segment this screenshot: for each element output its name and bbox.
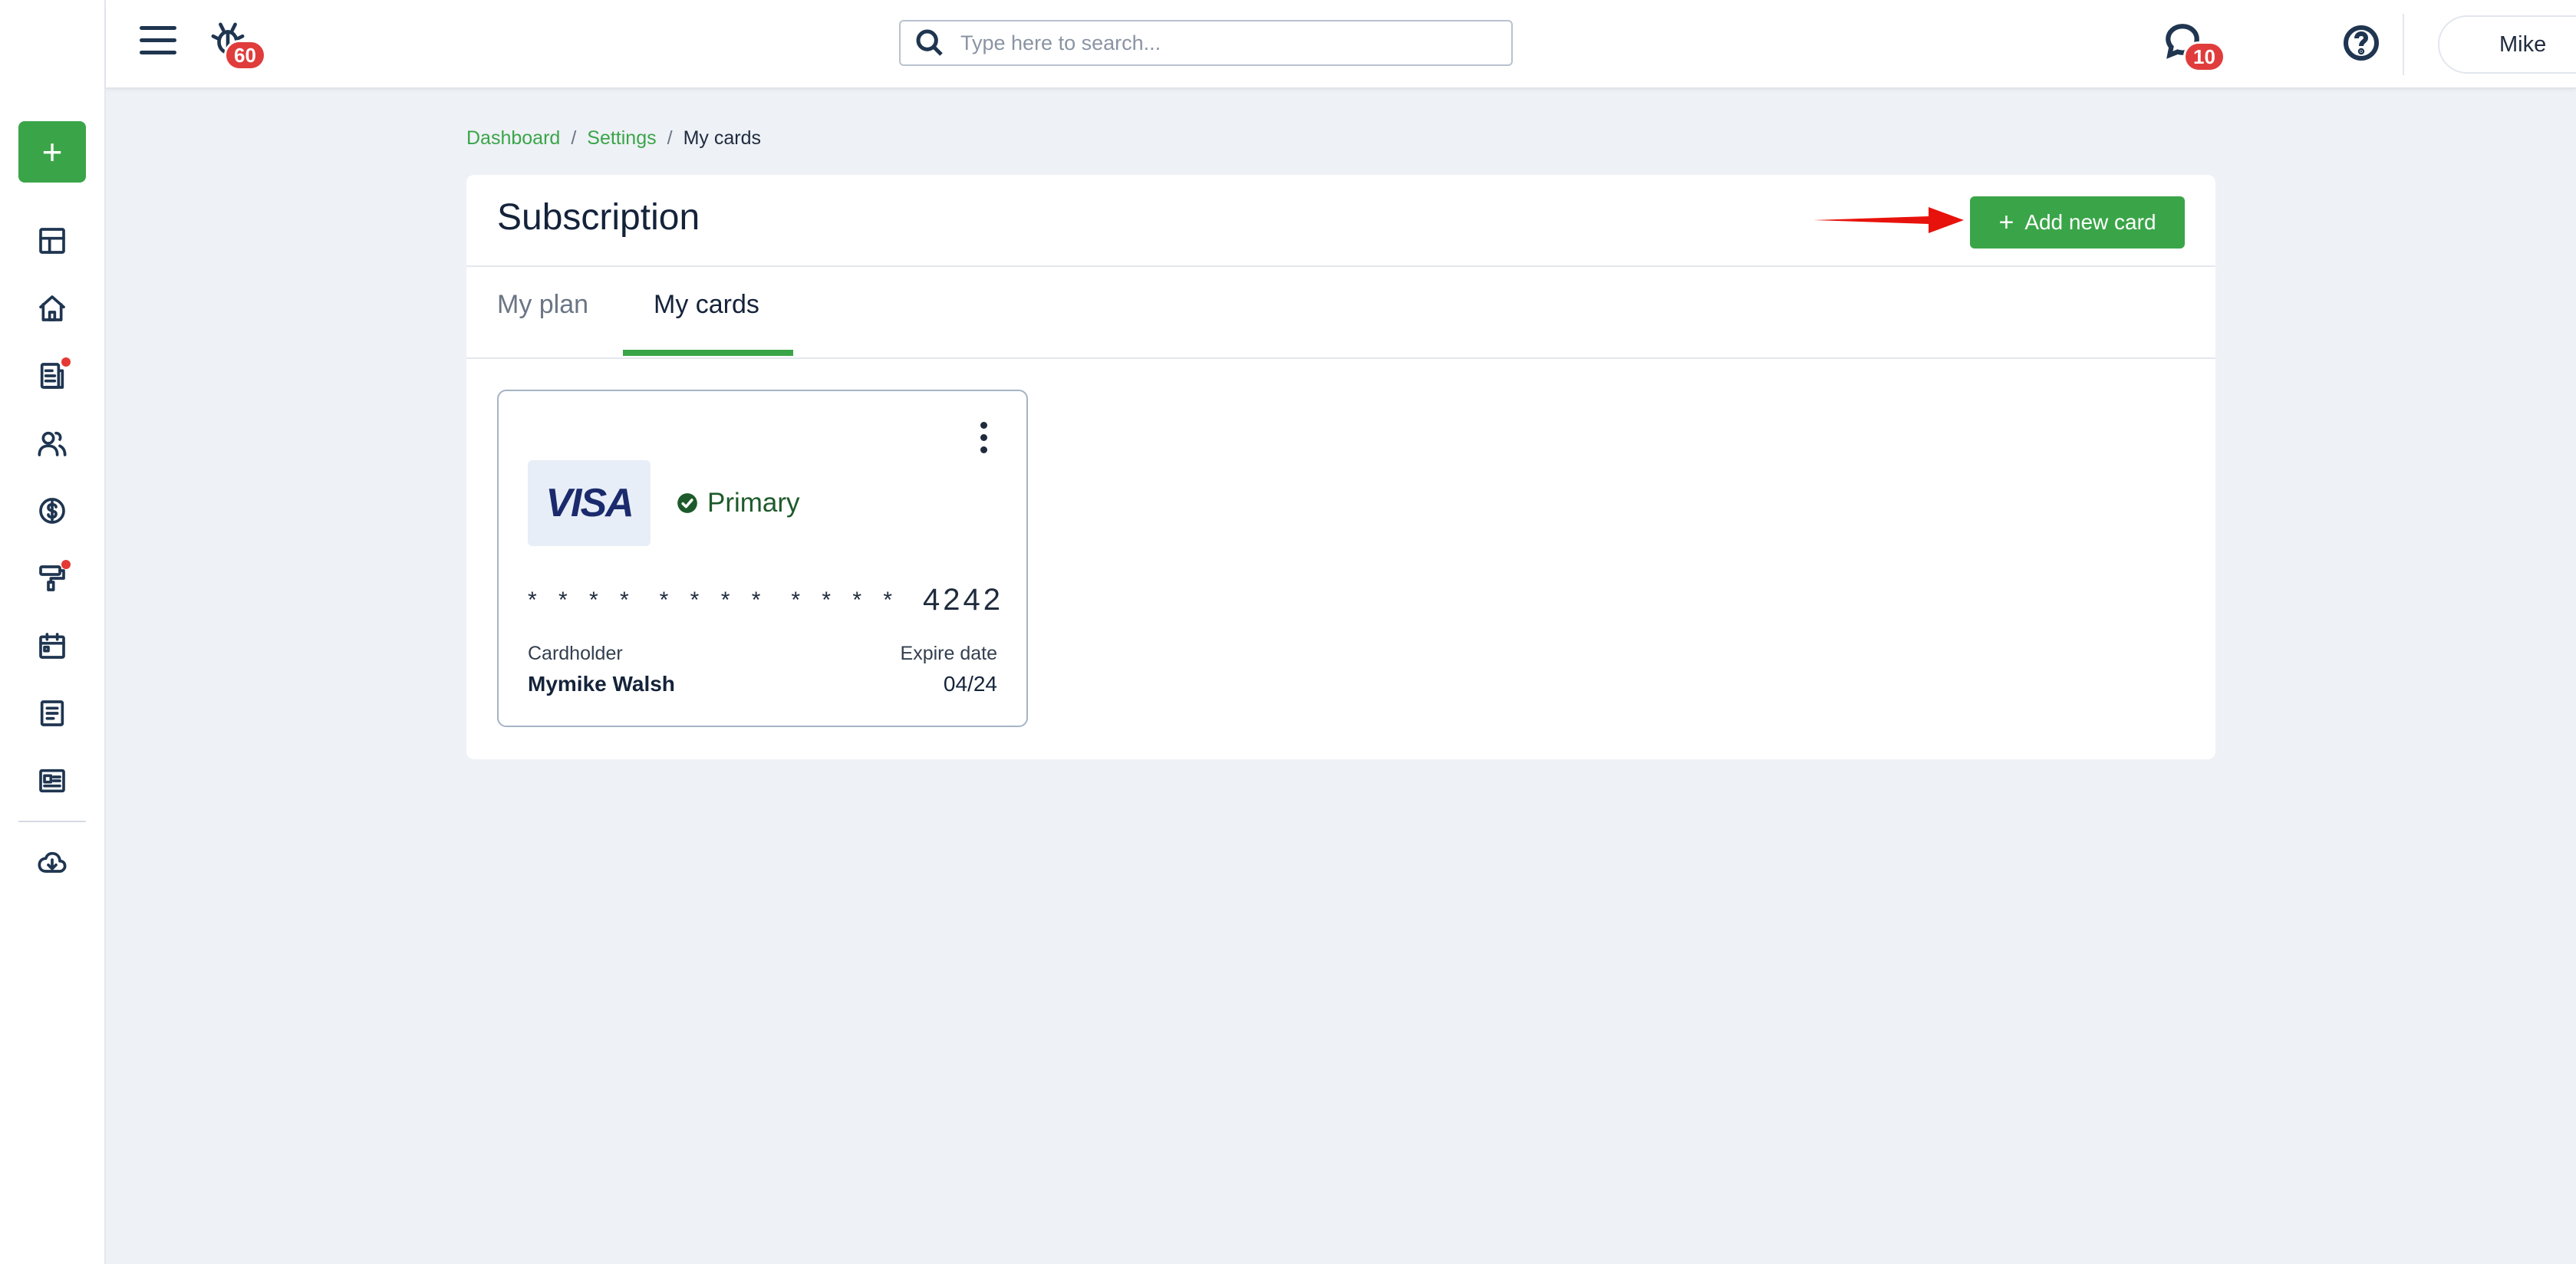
id-card-icon[interactable]	[34, 762, 71, 799]
masked-digits: * * * *	[528, 587, 637, 613]
top-bar: 60 10 Mike	[106, 0, 2576, 89]
hamburger-menu-icon[interactable]	[140, 26, 176, 60]
tab-my-plan[interactable]: My plan	[497, 290, 588, 320]
page-title: Subscription	[497, 197, 700, 238]
breadcrumb-current: My cards	[683, 127, 761, 149]
more-options-icon[interactable]	[974, 422, 993, 460]
cloud-download-icon[interactable]	[34, 845, 71, 882]
user-name: Mike	[2499, 31, 2547, 57]
card-brand: VISA	[545, 481, 634, 525]
masked-digits: * * * *	[659, 587, 769, 613]
cardholder-label: Cardholder	[528, 643, 623, 664]
divider	[466, 265, 2215, 267]
masked-digits: * * * *	[791, 587, 901, 613]
breadcrumb-separator: /	[667, 127, 673, 149]
visa-logo: VISA	[528, 460, 651, 546]
search-box[interactable]	[899, 20, 1513, 66]
add-new-card-label: Add new card	[2024, 210, 2156, 234]
plus-icon: +	[1998, 208, 2014, 237]
cardholder-name: Mymike Walsh	[528, 672, 675, 696]
breadcrumb-separator: /	[571, 127, 577, 149]
sidebar-divider	[18, 821, 86, 822]
search-icon	[916, 29, 943, 56]
expire-date-value: 04/24	[943, 672, 997, 696]
primary-status: Primary	[677, 488, 800, 518]
topbar-divider	[2403, 14, 2404, 75]
subscription-panel: Subscription + Add new card My plan My c…	[466, 175, 2215, 759]
search-input[interactable]	[960, 31, 1482, 55]
reports-icon[interactable]	[34, 357, 71, 394]
dashboard-grid-icon[interactable]	[34, 222, 71, 259]
users-icon[interactable]	[34, 425, 71, 462]
card-last-four: 4242	[923, 583, 1003, 617]
tab-my-cards[interactable]: My cards	[654, 290, 759, 320]
active-tab-indicator	[623, 350, 793, 356]
dollar-icon[interactable]	[34, 492, 71, 529]
card-number: * * * * * * * * * * * * 4242	[528, 583, 1003, 617]
bug-alerts-button[interactable]: 60	[210, 21, 266, 71]
check-circle-icon	[677, 493, 697, 513]
help-button[interactable]	[2343, 25, 2381, 63]
sidebar: +	[0, 0, 106, 1264]
calendar-icon[interactable]	[34, 627, 71, 664]
expire-date-label: Expire date	[900, 643, 997, 664]
red-arrow-annotation	[1813, 207, 1964, 233]
notification-dot	[61, 560, 71, 569]
add-new-card-button[interactable]: + Add new card	[1970, 196, 2185, 249]
payment-card[interactable]: VISA Primary * * * * * * * * * * * * 424…	[497, 390, 1028, 727]
bug-count-badge: 60	[224, 40, 266, 71]
messages-button[interactable]: 10	[2163, 21, 2225, 72]
user-menu[interactable]: Mike	[2438, 15, 2576, 74]
notification-dot	[61, 357, 71, 367]
messages-count-badge: 10	[2183, 41, 2225, 72]
breadcrumb-settings[interactable]: Settings	[587, 127, 656, 150]
document-icon[interactable]	[34, 695, 71, 732]
breadcrumb: Dashboard / Settings / My cards	[466, 127, 761, 150]
primary-label: Primary	[707, 488, 800, 518]
question-circle-icon	[2344, 25, 2379, 61]
paint-roller-icon[interactable]	[34, 560, 71, 597]
home-icon[interactable]	[34, 290, 71, 327]
divider	[466, 357, 2215, 359]
breadcrumb-dashboard[interactable]: Dashboard	[466, 127, 560, 150]
sidebar-add-button[interactable]: +	[18, 121, 86, 183]
